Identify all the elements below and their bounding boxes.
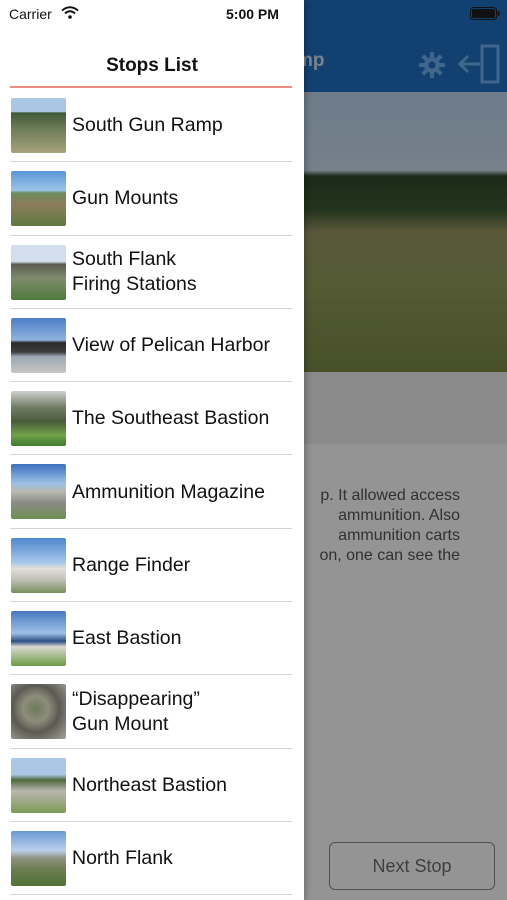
stop-thumbnail: [11, 464, 66, 520]
stop-label: Gun Mounts: [72, 187, 179, 210]
stop-label: Range Finder: [72, 553, 191, 576]
battery-icon: [470, 7, 500, 20]
stop-thumbnail: [11, 98, 66, 153]
title-divider: [10, 86, 292, 88]
stop-thumbnail: [11, 611, 66, 667]
stop-label: East Bastion: [72, 627, 182, 650]
stop-label: “Disappearing” Gun Mount: [72, 688, 200, 736]
stop-list-item[interactable]: Gun Mounts: [0, 162, 304, 236]
stop-list-item[interactable]: “Disappearing” Gun Mount: [0, 675, 304, 749]
drawer-title: Stops List: [106, 55, 198, 76]
wifi-icon: [61, 6, 79, 19]
stop-list-item[interactable]: South Gun Ramp: [0, 89, 304, 163]
carrier-label: Carrier: [9, 6, 52, 22]
stop-list-item[interactable]: South Flank Firing Stations: [0, 236, 304, 309]
stop-label: Northeast Bastion: [72, 773, 228, 796]
stop-label: South Flank Firing Stations: [72, 248, 197, 296]
stop-label: North Flank: [72, 847, 173, 870]
status-bar: Carrier 5:00 PM: [0, 0, 507, 28]
stop-list-item[interactable]: View of Pelican Harbor: [0, 309, 304, 383]
stop-thumbnail: [11, 684, 66, 740]
stop-list-item[interactable]: Range Finder: [0, 529, 304, 603]
stop-list-item[interactable]: North Flank: [0, 822, 304, 896]
stop-thumbnail: [11, 757, 66, 813]
clock: 5:00 PM: [226, 6, 279, 22]
stop-thumbnail: [11, 537, 66, 593]
stop-thumbnail: [11, 391, 66, 447]
stop-label: Ammunition Magazine: [72, 480, 265, 503]
stop-thumbnail: [11, 830, 66, 886]
stop-list-item[interactable]: Northeast Bastion: [0, 749, 304, 822]
stops-drawer: Stops List South Gun Ramp Gun Mounts South…: [0, 0, 304, 900]
stop-thumbnail: [11, 317, 66, 373]
stop-thumbnail: [11, 171, 66, 227]
row-separator: [10, 894, 292, 896]
stop-list-item[interactable]: The Southeast Bastion: [0, 382, 304, 456]
stop-list-item[interactable]: East Bastion: [0, 602, 304, 676]
stop-list-item[interactable]: Ammunition Magazine: [0, 455, 304, 529]
stop-label: South Gun Ramp: [72, 114, 223, 137]
stop-thumbnail: [11, 244, 66, 300]
stop-label: The Southeast Bastion: [72, 407, 270, 430]
stop-label: View of Pelican Harbor: [72, 334, 270, 357]
stops-list: South Gun Ramp Gun Mounts South Flank Firi…: [0, 89, 304, 896]
